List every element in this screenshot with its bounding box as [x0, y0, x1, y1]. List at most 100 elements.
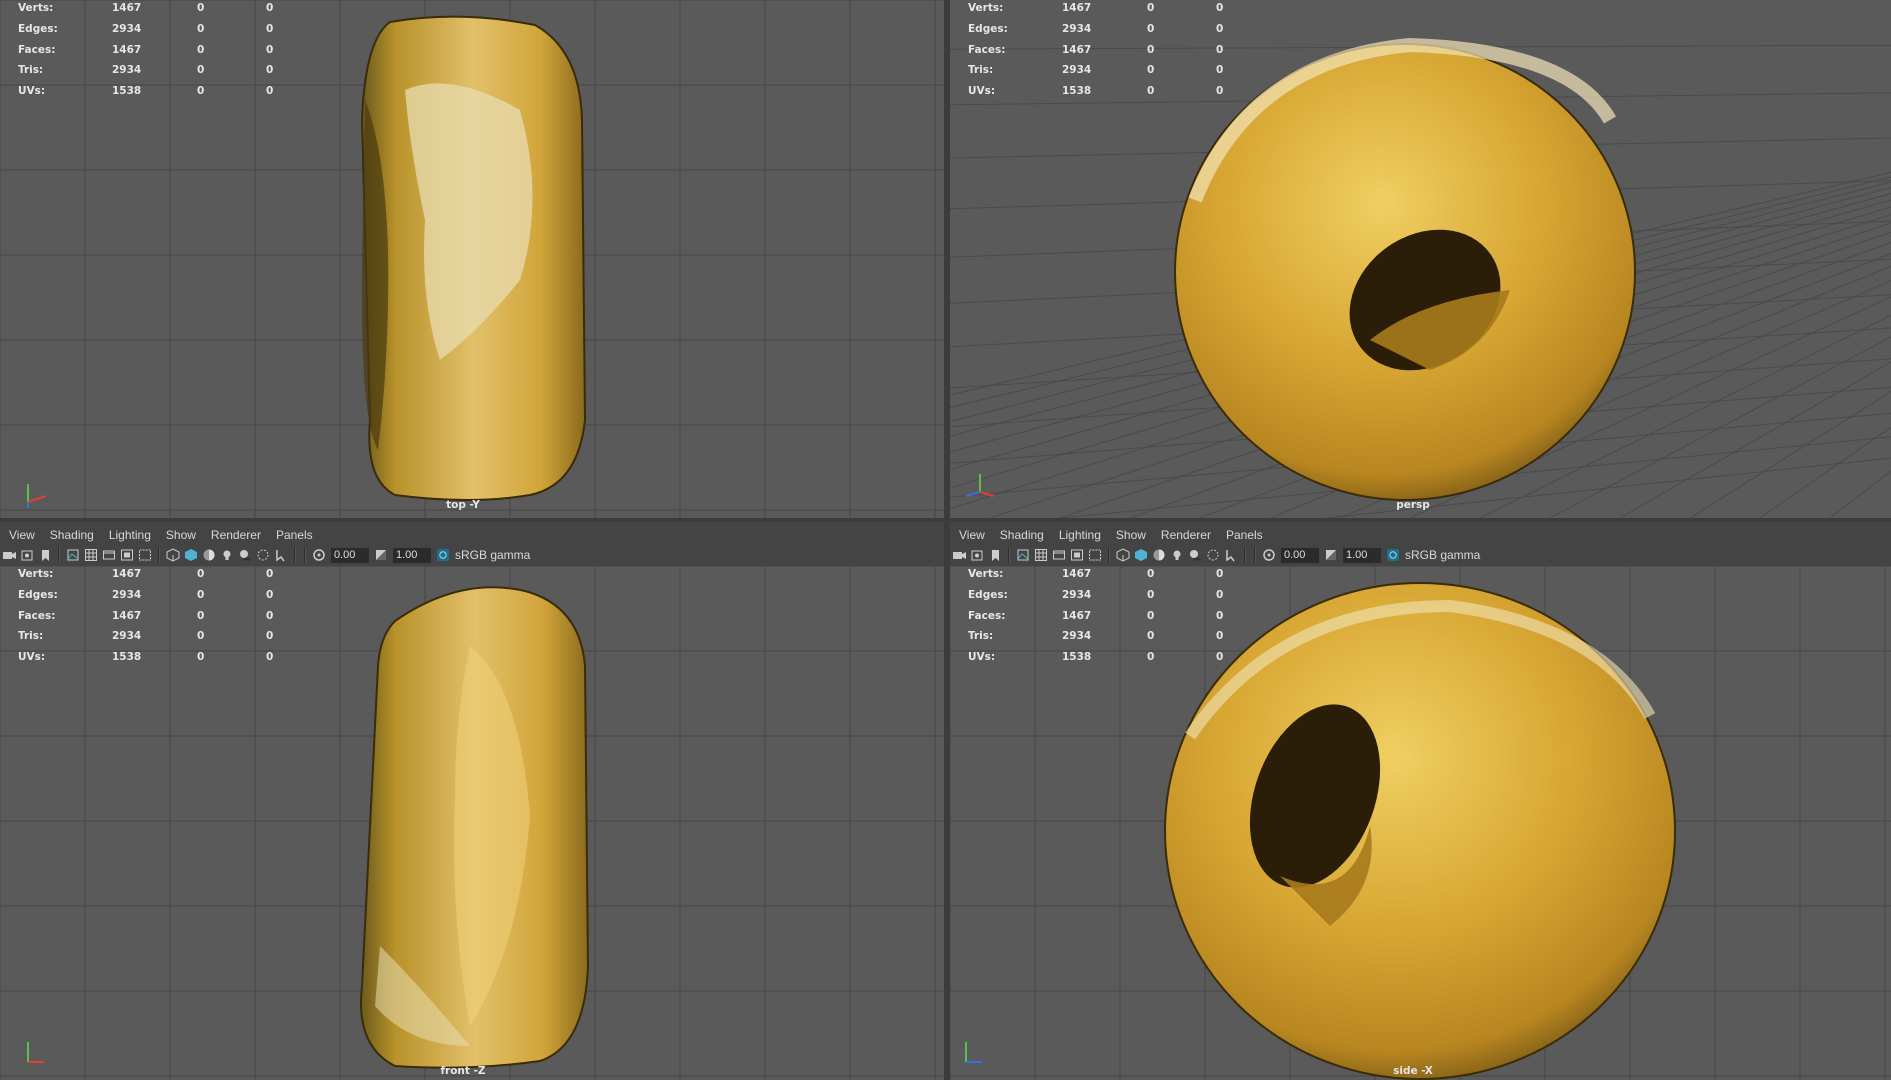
stat-value: 0 [1216, 651, 1224, 664]
grid-icon[interactable] [1034, 548, 1048, 562]
color-management-icon[interactable] [436, 548, 450, 562]
panel-toolbar: 0.00 1.00 sRGB gamma [950, 544, 1891, 566]
stat-label: Faces: [968, 609, 1006, 622]
menu-shading[interactable]: Shading [50, 528, 94, 542]
film-gate-icon[interactable] [1052, 548, 1066, 562]
shadows-icon[interactable] [238, 548, 252, 562]
wireframe-icon[interactable] [1116, 548, 1130, 562]
viewport-persp[interactable]: Verts: 1467 0 0 Edges: 2934 0 0 Faces: 1467 0 0 Tris… [950, 0, 1891, 518]
textured-icon[interactable] [202, 548, 216, 562]
image-plane-icon[interactable] [66, 548, 80, 562]
toolbar-separator [1244, 547, 1246, 563]
exposure-icon[interactable] [312, 548, 326, 562]
menu-renderer[interactable]: Renderer [211, 528, 261, 542]
stat-value: 0 [266, 85, 274, 98]
stat-value: 0 [197, 85, 205, 98]
xray-icon[interactable] [256, 548, 270, 562]
menu-lighting[interactable]: Lighting [109, 528, 151, 542]
gamma-field[interactable]: 1.00 [393, 547, 431, 563]
smooth-shade-icon[interactable] [184, 548, 198, 562]
color-space-label[interactable]: sRGB gamma [455, 548, 530, 562]
textured-icon[interactable] [1152, 548, 1166, 562]
menu-shading[interactable]: Shading [1000, 528, 1044, 542]
isolate-select-icon[interactable] [274, 548, 288, 562]
stat-value: 0 [197, 630, 205, 643]
xray-icon[interactable] [1206, 548, 1220, 562]
menu-show[interactable]: Show [1116, 528, 1146, 542]
stat-label: Verts: [18, 568, 54, 580]
gamma-field[interactable]: 1.00 [1343, 547, 1381, 563]
stat-value: 0 [197, 588, 205, 601]
stat-value: 0 [1147, 609, 1155, 622]
wireframe-icon[interactable] [166, 548, 180, 562]
toolbar-separator [158, 547, 160, 563]
stat-value: 0 [197, 2, 205, 14]
viewport-label: front -Z [440, 1065, 486, 1077]
stat-value: 0 [266, 22, 274, 35]
stat-label: Edges: [968, 588, 1008, 601]
image-plane-icon[interactable] [1016, 548, 1030, 562]
stat-value: 0 [266, 2, 274, 14]
resolution-gate-icon[interactable] [120, 548, 134, 562]
stat-value: 1538 [112, 651, 142, 664]
exposure-icon[interactable] [1262, 548, 1276, 562]
menu-renderer[interactable]: Renderer [1161, 528, 1211, 542]
stat-label: Faces: [968, 43, 1006, 56]
shadows-icon[interactable] [1188, 548, 1202, 562]
stat-value: 0 [197, 651, 205, 664]
gamma-icon[interactable] [374, 548, 388, 562]
safe-action-icon[interactable] [138, 548, 152, 562]
color-management-icon[interactable] [1386, 548, 1400, 562]
safe-action-icon[interactable] [1088, 548, 1102, 562]
toolbar-separator [1254, 547, 1256, 563]
film-gate-icon[interactable] [102, 548, 116, 562]
toolbar-separator [1008, 547, 1010, 563]
bookmark-icon[interactable] [38, 548, 52, 562]
lights-icon[interactable] [220, 548, 234, 562]
menu-view[interactable]: View [9, 528, 35, 542]
menu-view[interactable]: View [959, 528, 985, 542]
viewport-side[interactable]: Verts: 1467 0 0 Edges: 2934 0 0 Faces: 1467 0 0 Tris… [950, 566, 1891, 1080]
stat-value: 2934 [112, 630, 142, 643]
gamma-icon[interactable] [1324, 548, 1338, 562]
lights-icon[interactable] [1170, 548, 1184, 562]
stat-label: Verts: [968, 2, 1004, 14]
grid-icon[interactable] [84, 548, 98, 562]
stat-value: 0 [266, 630, 274, 643]
stat-label: Verts: [18, 2, 54, 14]
camera-attributes-icon[interactable] [20, 548, 34, 562]
menu-show[interactable]: Show [166, 528, 196, 542]
stat-value: 0 [266, 609, 274, 622]
stat-value: 1467 [1062, 568, 1092, 580]
stat-value: 1538 [112, 85, 142, 98]
stat-value: 0 [1147, 588, 1155, 601]
menu-panels[interactable]: Panels [276, 528, 313, 542]
bookmark-icon[interactable] [988, 548, 1002, 562]
axis-gizmo-icon [965, 474, 995, 497]
stat-value: 1467 [1062, 609, 1092, 622]
viewport-top-scene [0, 0, 944, 518]
smooth-shade-icon[interactable] [1134, 548, 1148, 562]
axis-gizmo-icon [965, 1042, 982, 1063]
camera-icon[interactable] [2, 548, 16, 562]
stat-value: 0 [1147, 630, 1155, 643]
viewport-front[interactable]: Verts: 1467 0 0 Edges: 2934 0 0 Faces: 1467 0 0 Tris… [0, 566, 944, 1080]
stat-value: 0 [1147, 22, 1155, 35]
camera-attributes-icon[interactable] [970, 548, 984, 562]
menu-lighting[interactable]: Lighting [1059, 528, 1101, 542]
color-space-label[interactable]: sRGB gamma [1405, 548, 1480, 562]
stat-value: 1538 [1062, 85, 1092, 98]
viewport-top[interactable]: Verts: 1467 0 0 Edges: 2934 0 0 Faces: 1467 0 0 Tris… [0, 0, 944, 518]
menu-panels[interactable]: Panels [1226, 528, 1263, 542]
stat-value: 2934 [1062, 64, 1092, 77]
stat-value: 0 [197, 609, 205, 622]
resolution-gate-icon[interactable] [1070, 548, 1084, 562]
camera-icon[interactable] [952, 548, 966, 562]
stat-value: 0 [1216, 2, 1224, 14]
stat-value: 0 [1147, 2, 1155, 14]
exposure-field[interactable]: 0.00 [1281, 547, 1319, 563]
exposure-field[interactable]: 0.00 [331, 547, 369, 563]
stat-value: 0 [266, 651, 274, 664]
isolate-select-icon[interactable] [1224, 548, 1238, 562]
stat-value: 0 [1216, 568, 1224, 580]
